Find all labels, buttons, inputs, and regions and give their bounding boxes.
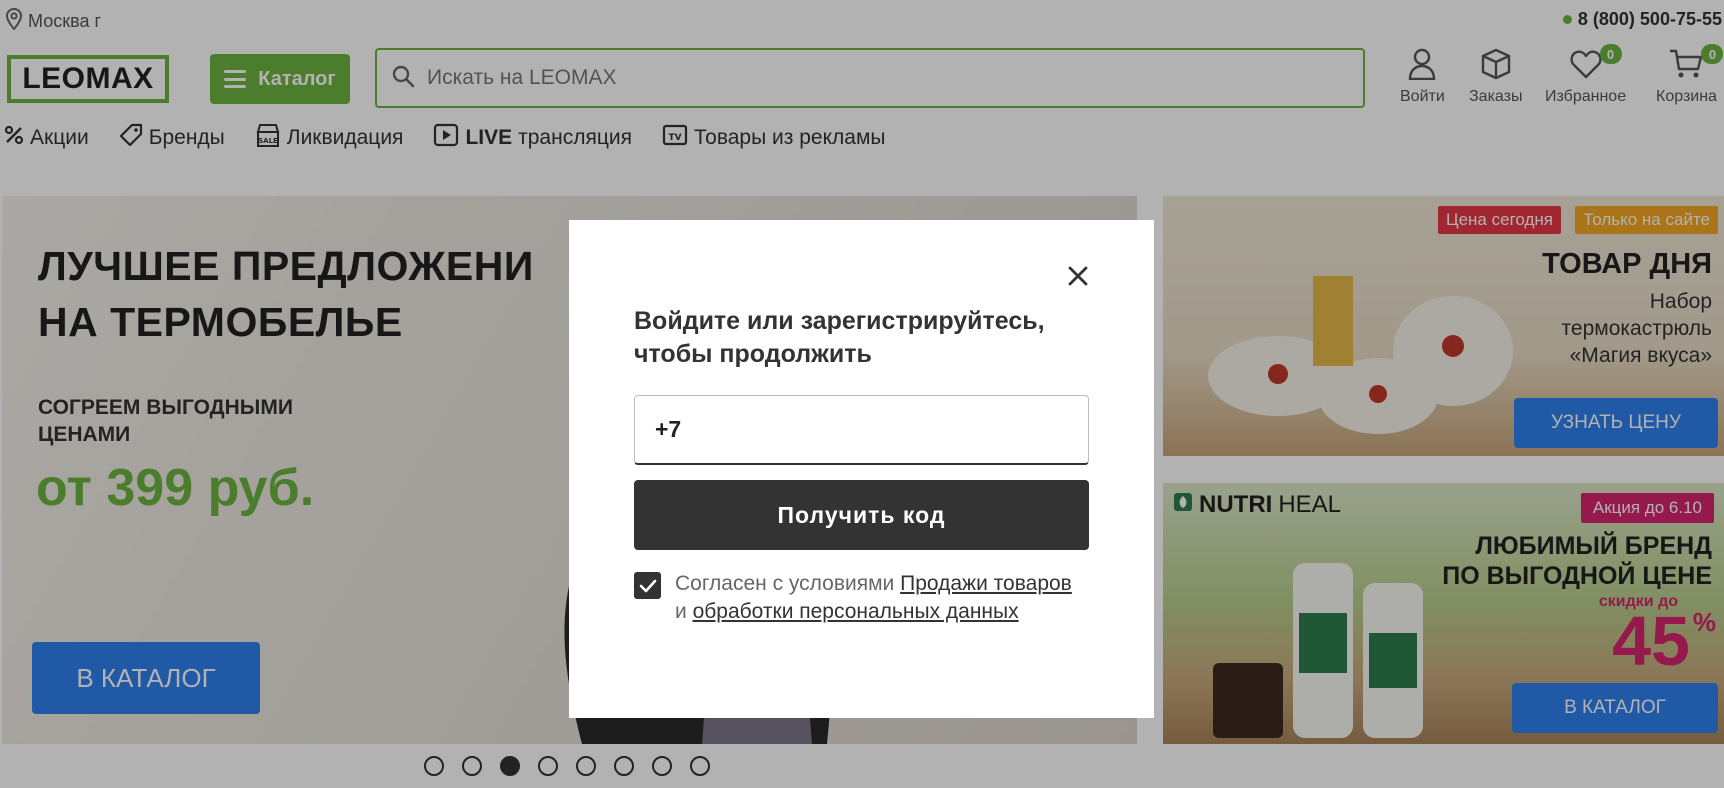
consent-checkbox[interactable] [634,572,661,599]
checkmark-icon [639,579,656,592]
phone-field[interactable] [634,395,1089,465]
close-icon[interactable] [1064,262,1092,290]
consent-text: Согласен с условиями Продажи товаров и о… [675,570,1089,626]
login-modal: Войдите или зарегистрируйтесь, чтобы про… [569,220,1154,718]
consent-prefix: Согласен с условиями [675,572,895,595]
consent-and: и [675,600,687,623]
sales-terms-link[interactable]: Продажи товаров [900,572,1072,595]
get-code-button[interactable]: Получить код [634,480,1089,550]
consent-row: Согласен с условиями Продажи товаров и о… [634,570,1089,626]
phone-input[interactable] [655,416,1055,443]
privacy-terms-link[interactable]: обработки персональных данных [693,600,1019,623]
modal-title: Войдите или зарегистрируйтесь, чтобы про… [634,307,1045,368]
